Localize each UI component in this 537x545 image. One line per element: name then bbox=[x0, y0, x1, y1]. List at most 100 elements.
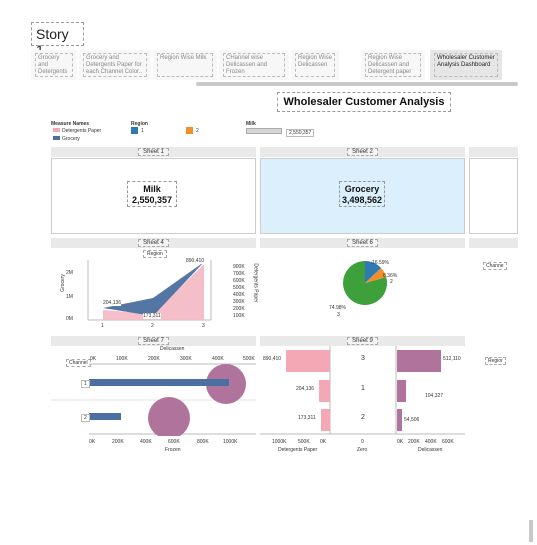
story-tab-1[interactable]: Grocery and Detergents Paper for ea... bbox=[31, 50, 77, 80]
sheet9-center-label-1: 1 bbox=[361, 385, 365, 392]
sheet4-right-tick-6: 200K bbox=[233, 306, 245, 312]
sheet9-left-label-0: 890,410 bbox=[263, 356, 282, 362]
sheet4-left-axis-title: Grocery bbox=[59, 274, 66, 292]
sheet9-right-label-2: 54,506 bbox=[404, 417, 420, 423]
legend-swatch-region-2 bbox=[186, 127, 193, 134]
sheet4-right-tick-0: 900K bbox=[233, 264, 245, 270]
sheet-9-header: Sheet 9 bbox=[260, 336, 465, 346]
sheet9-detergents-bar-1 bbox=[319, 380, 330, 402]
pie-label-7498: 74.98% bbox=[329, 305, 346, 311]
page-scrollbar[interactable] bbox=[529, 520, 533, 542]
sheet4-label-204136: 204,136 bbox=[103, 300, 122, 306]
legend-label-detergents[interactable]: Detergents Paper bbox=[62, 128, 101, 134]
story-title: Story 1 bbox=[31, 22, 84, 58]
sheet-5-header bbox=[469, 238, 518, 248]
sheet7-chart bbox=[51, 363, 256, 436]
sheet4-left-tick-0: 2M bbox=[66, 270, 73, 276]
sheet-6-header: Sheet 6 bbox=[260, 238, 465, 248]
sheet-4-header: Sheet 4 bbox=[51, 238, 256, 248]
sheet4-left-tick-2: 0M bbox=[66, 316, 73, 322]
sheet7-bottom-tick-0: 0K bbox=[89, 439, 96, 445]
measure-names-title: Measure Names bbox=[51, 121, 90, 127]
sheet7-bottom-tick-2: 400K bbox=[140, 439, 152, 445]
sheet4-x-tick-3: 3 bbox=[202, 323, 205, 329]
story-tab-2[interactable]: Grocery and Detergents Paper for each Ch… bbox=[79, 50, 151, 80]
pie-label-3: 3 bbox=[337, 312, 340, 318]
sheet9-right-tick-3: 600K bbox=[442, 439, 454, 445]
sheet4-right-tick-4: 400K bbox=[233, 292, 245, 298]
sheet9-left-tick-0: 1000K bbox=[272, 439, 287, 445]
sheet7-top-axis-title: Delicassen bbox=[160, 346, 185, 352]
sheet9-right-tick-0: 0K bbox=[397, 439, 404, 445]
pie-label-1659: 16.59% bbox=[372, 260, 389, 266]
sheet7-row-1-label: 1 bbox=[81, 380, 90, 388]
sheet9-delicassen-bar-1 bbox=[397, 380, 406, 402]
sheet9-center-label-2: 2 bbox=[361, 414, 365, 421]
sheet7-row-2-label: 2 bbox=[81, 414, 90, 422]
sheet-3-panel bbox=[469, 158, 518, 234]
pie-label-2: 2 bbox=[390, 279, 393, 285]
sheet4-area-chart bbox=[87, 260, 212, 321]
milk-kpi-label: Milk bbox=[143, 184, 161, 194]
dashboard-title: Wholesaler Customer Analysis bbox=[277, 92, 451, 112]
legend-label-grocery[interactable]: Grocery bbox=[62, 136, 80, 142]
sheet7-circle-row2 bbox=[148, 397, 190, 436]
legend-swatch-detergents bbox=[53, 128, 60, 132]
legend-swatch-grocery bbox=[53, 136, 60, 140]
sheet4-right-tick-1: 700K bbox=[233, 271, 245, 277]
sheet4-right-tick-2: 600K bbox=[233, 278, 245, 284]
sheet9-right-label-0: 512,110 bbox=[443, 356, 461, 362]
sheet-3-header bbox=[469, 147, 518, 157]
sheet9-right-axis-title: Delicassen bbox=[418, 447, 443, 453]
sheet9-right-tick-2: 400K bbox=[425, 439, 437, 445]
sheet9-detergents-bar-2 bbox=[321, 409, 330, 431]
milk-kpi-value: 2,550,357 bbox=[131, 195, 173, 205]
sheet9-delicassen-bar-2 bbox=[397, 409, 402, 431]
sheet9-region-legend-title: Regior bbox=[485, 357, 506, 365]
story-tab-5[interactable]: Region Wise Delicassen bbox=[291, 50, 339, 80]
sheet7-bottom-tick-5: 1000K bbox=[223, 439, 238, 445]
sheet-1-header: Sheet 1 bbox=[51, 147, 256, 157]
milk-slider-value: 2,550,357 bbox=[286, 129, 315, 137]
sheet4-right-tick-5: 300K bbox=[233, 299, 245, 305]
legend-swatch-region-1 bbox=[131, 127, 138, 134]
sheet9-right-tick-1: 200K bbox=[408, 439, 420, 445]
story-tab-3[interactable]: Region Wise Milk bbox=[153, 50, 217, 80]
sheet4-x-tick-2: 2 bbox=[151, 323, 154, 329]
sheet4-right-tick-7: 100K bbox=[233, 313, 245, 319]
sheet7-bottom-tick-4: 800K bbox=[197, 439, 209, 445]
sheet4-label-173311: 173,311 bbox=[143, 313, 161, 319]
sheet6-channel-legend-title: Channe bbox=[483, 262, 507, 270]
milk-filter-title: Milk bbox=[246, 121, 256, 127]
sheet7-bar-row1 bbox=[89, 379, 229, 386]
sheet9-left-tick-1: 500K bbox=[298, 439, 310, 445]
grocery-kpi-value: 3,498,562 bbox=[341, 195, 383, 205]
sheet7-bottom-tick-3: 600K bbox=[168, 439, 180, 445]
sheet9-left-label-2: 173,311 bbox=[298, 415, 316, 421]
sheet9-left-tick-2: 0K bbox=[320, 439, 327, 445]
sheet4-left-tick-1: 1M bbox=[66, 294, 73, 300]
sheet4-right-tick-3: 500K bbox=[233, 285, 245, 291]
sheet4-label-890410: 890,410 bbox=[186, 258, 205, 264]
story-tab-7[interactable]: Wholesaler Customer Analysis Dashboard bbox=[430, 50, 502, 80]
sheet4-x-tick-1: 1 bbox=[101, 323, 104, 329]
legend-label-region-2[interactable]: 2 bbox=[196, 128, 199, 134]
sheet9-left-label-1: 204,136 bbox=[296, 386, 315, 392]
sheet9-center-tick: 0 bbox=[361, 439, 364, 445]
legend-label-region-1[interactable]: 1 bbox=[141, 128, 144, 134]
sheet9-left-axis-title: Detergents Paper bbox=[278, 447, 318, 453]
sheet9-center-axis-title: Zero bbox=[357, 447, 368, 453]
sheet9-right-label-1: 104,327 bbox=[425, 393, 444, 399]
sheet7-bottom-axis-title: Frozen bbox=[165, 447, 181, 453]
sheet9-delicassen-bar-3 bbox=[397, 350, 441, 372]
milk-slider[interactable] bbox=[246, 128, 282, 134]
sheet9-detergents-bar-3 bbox=[286, 350, 330, 372]
sheet7-bottom-tick-1: 200K bbox=[112, 439, 124, 445]
sheet-2-header: Sheet 2 bbox=[260, 147, 465, 157]
sheet-7-header: Sheet 7 bbox=[51, 336, 256, 346]
story-tab-6[interactable]: Region Wise Delicassen and Detergent pap… bbox=[361, 50, 425, 80]
story-tab-4[interactable]: CHannel wise Delicassen and Frozen bbox=[219, 50, 289, 80]
sheet9-center-label-0: 3 bbox=[361, 355, 365, 362]
story-scrollbar[interactable] bbox=[196, 82, 518, 86]
sheet4-right-axis-title: Detergents Paper bbox=[252, 263, 259, 303]
